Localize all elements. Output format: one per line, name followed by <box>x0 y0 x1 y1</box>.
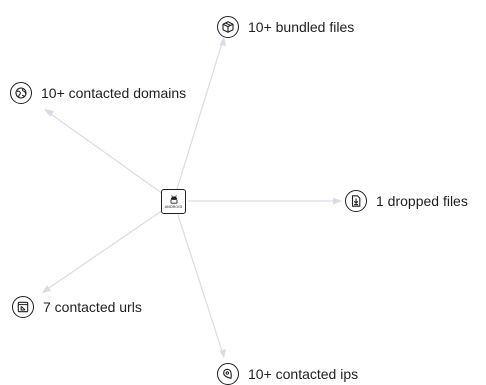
edge-contacted-ips <box>177 214 224 355</box>
android-icon <box>170 195 177 204</box>
contacted-ips-node[interactable]: 10+ contacted ips <box>217 363 358 385</box>
edge-contacted-domains <box>47 111 164 195</box>
dropped-files-node[interactable]: 1 dropped files <box>345 190 468 212</box>
edge-contacted-urls <box>45 209 164 291</box>
edge-bundled-files <box>176 39 224 190</box>
edge-contacted-ips-arrow <box>219 349 226 358</box>
platform-caption: ANDROID <box>164 205 183 209</box>
url-icon <box>12 296 34 318</box>
contacted-urls-label: 7 contacted urls <box>43 299 142 315</box>
android-sample-node[interactable]: ANDROID <box>161 189 186 214</box>
bundled-files-node[interactable]: 10+ bundled files <box>217 16 354 38</box>
edge-dropped-files-arrow <box>333 197 342 205</box>
package-icon <box>217 16 239 38</box>
contacted-urls-node[interactable]: 7 contacted urls <box>12 296 142 318</box>
edge-contacted-urls-arrow <box>42 285 51 293</box>
bundled-files-label: 10+ bundled files <box>248 19 355 35</box>
domain-icon <box>10 82 32 104</box>
contacted-domains-node[interactable]: 10+ contacted domains <box>10 82 186 104</box>
dropped-files-label: 1 dropped files <box>376 193 468 209</box>
contacted-ips-label: 10+ contacted ips <box>248 366 359 382</box>
download-file-icon <box>345 190 367 212</box>
contacted-domains-label: 10+ contacted domains <box>41 85 187 101</box>
ip-location-icon <box>217 363 239 385</box>
